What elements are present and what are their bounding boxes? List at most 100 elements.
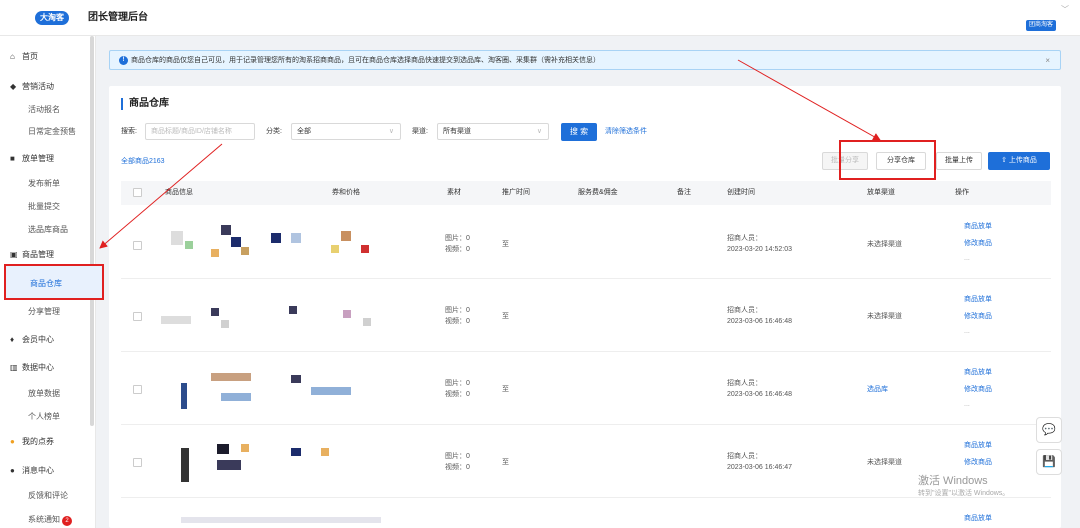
row-checkbox[interactable] <box>133 458 142 467</box>
clear-filters-link[interactable]: 清除筛选条件 <box>605 126 647 138</box>
channel-select[interactable]: 所有渠道 ∨ <box>437 123 549 140</box>
coupon-image-blurred[interactable] <box>271 219 401 269</box>
creator-label: 招商人员： <box>727 307 762 314</box>
sidebar-item-personal-ranking[interactable]: 个人榜单 <box>28 410 60 424</box>
more-actions[interactable]: ... <box>964 400 970 410</box>
sidebar-item-presale[interactable]: 日常定金预售 <box>28 125 76 139</box>
sidebar-item-activity-signup[interactable]: 活动报名 <box>28 103 60 117</box>
highlight-box <box>839 140 936 180</box>
info-notice: ! 商品仓库的商品仅您自己可见，用于记录管理您所有的淘系招商商品，且可在商品仓库… <box>109 50 1061 70</box>
table-row: 图片：0 视频：0 至 招商人员： 2023-03-06 16:46:48 选品… <box>121 353 1051 425</box>
sidebar-item-order-data[interactable]: 放单数据 <box>28 387 60 401</box>
sidebar-item-feedback[interactable]: 反馈和评论 <box>28 489 68 503</box>
sidebar-item-home[interactable]: ⌂ 首页 <box>10 50 38 64</box>
save-icon[interactable]: 💾 <box>1036 449 1062 475</box>
table-row: 图片：0 视频：0 至 招商人员： 2023-03-20 14:52:03 未选… <box>121 207 1051 279</box>
diamond-icon: ♦ <box>10 335 15 344</box>
more-actions[interactable]: ... <box>964 254 970 264</box>
search-label: 搜索: <box>121 128 137 135</box>
coupon-image-blurred[interactable] <box>271 292 401 342</box>
col-material: 素材 <box>447 189 461 196</box>
created-time: 2023-03-20 14:52:03 <box>727 246 792 253</box>
coupon-image-blurred[interactable] <box>281 363 411 413</box>
edit-product-link[interactable]: 修改商品 <box>964 458 992 468</box>
channel-status: 未选择渠道 <box>867 313 902 320</box>
col-actions: 操作 <box>955 189 969 196</box>
product-image-blurred[interactable] <box>181 363 271 413</box>
sidebar-group-products[interactable]: ▣ 商品管理 <box>10 248 54 262</box>
sidebar-item-points[interactable]: ● 我的点券 <box>10 435 54 449</box>
top-bar: 大淘客 团长管理后台 团商淘客 ﹀ <box>0 0 1080 36</box>
promo-time: 至 <box>502 459 509 466</box>
search-button[interactable]: 搜 索 <box>561 123 597 141</box>
windows-activation-watermark: 激活 Windows <box>918 475 988 487</box>
product-image-blurred[interactable] <box>181 438 271 488</box>
more-actions[interactable]: ... <box>964 327 970 337</box>
material-images: 图片：0 <box>445 453 470 460</box>
row-checkbox[interactable] <box>133 241 142 250</box>
home-icon: ⌂ <box>10 52 15 61</box>
col-promo-time: 推广时间 <box>502 189 530 196</box>
post-product-link[interactable]: 商品放单 <box>964 295 992 305</box>
material-videos: 视频：0 <box>445 464 470 471</box>
sidebar-item-selection-library[interactable]: 选品库商品 <box>28 223 68 237</box>
box-icon: ▣ <box>10 250 18 259</box>
col-channel: 放单渠道 <box>867 189 895 196</box>
post-product-link[interactable]: 商品放单 <box>964 441 992 451</box>
sidebar-item-product-warehouse[interactable]: 商品仓库 <box>4 264 104 300</box>
sidebar-item-system-notice[interactable]: 系统通知 2 <box>28 513 72 527</box>
sidebar-scrollbar[interactable] <box>90 36 94 426</box>
edit-product-link[interactable]: 修改商品 <box>964 239 992 249</box>
post-product-link[interactable]: 商品放单 <box>964 514 992 524</box>
product-image-blurred[interactable] <box>161 292 251 342</box>
channel-status: 未选择渠道 <box>867 459 902 466</box>
notice-text: 商品仓库的商品仅您自己可见，用于记录管理您所有的淘系招商商品，且可在商品仓库选择… <box>131 57 600 64</box>
sidebar-group-data[interactable]: ▥ 数据中心 <box>10 361 54 375</box>
search-input[interactable]: 商品标题/商品ID/店铺名称 <box>145 123 255 140</box>
chat-icon[interactable]: 💬 <box>1036 417 1062 443</box>
close-icon[interactable]: × <box>1045 56 1050 66</box>
all-products-count[interactable]: 全部商品2163 <box>121 156 165 168</box>
tag-icon: ◆ <box>10 82 17 91</box>
creator-label: 招商人员： <box>727 380 762 387</box>
sidebar-group-marketing[interactable]: ◆ 营销活动 <box>10 80 54 94</box>
batch-upload-button[interactable]: 批量上传 <box>936 152 982 170</box>
edit-product-link[interactable]: 修改商品 <box>964 385 992 395</box>
sidebar-item-share-management[interactable]: 分享管理 <box>28 305 60 319</box>
message-icon: ● <box>10 466 15 475</box>
material-images: 图片：0 <box>445 307 470 314</box>
post-product-link[interactable]: 商品放单 <box>964 368 992 378</box>
chevron-down-icon[interactable]: ﹀ <box>1061 4 1069 15</box>
row-checkbox[interactable] <box>133 312 142 321</box>
notification-count-badge: 2 <box>62 516 72 526</box>
edit-product-link[interactable]: 修改商品 <box>964 312 992 322</box>
table-row: 商品放单 <box>121 499 1051 528</box>
sidebar-group-orders[interactable]: ■ 放单管理 <box>10 152 54 166</box>
list-icon: ■ <box>10 154 15 163</box>
upload-product-button[interactable]: ⇧ 上传商品 <box>988 152 1050 170</box>
channel-status: 未选择渠道 <box>867 241 902 248</box>
brand-logo-badge[interactable]: 大淘客 <box>35 11 69 25</box>
app-title: 团长管理后台 <box>88 12 148 23</box>
creator-label: 招商人员： <box>727 235 762 242</box>
col-product-info: 商品信息 <box>165 189 193 196</box>
table-row: 图片：0 视频：0 至 招商人员： 2023-03-06 16:46:47 未选… <box>121 426 1051 498</box>
promo-time: 至 <box>502 386 509 393</box>
product-warehouse-panel: 商品仓库 搜索: 商品标题/商品ID/店铺名称 分类: 全部 ∨ 渠道: 所有渠道… <box>109 86 1061 528</box>
user-avatar-badge[interactable]: 团商淘客 <box>1026 20 1056 31</box>
coupon-image-blurred[interactable] <box>281 438 411 488</box>
category-select[interactable]: 全部 ∨ <box>291 123 401 140</box>
sidebar-group-member[interactable]: ♦ 会员中心 <box>10 333 54 347</box>
chevron-down-icon: ∨ <box>536 128 542 135</box>
sidebar-item-batch-submit[interactable]: 批量提交 <box>28 200 60 214</box>
channel-link[interactable]: 选品库 <box>867 385 888 395</box>
select-all-checkbox[interactable] <box>133 188 142 197</box>
product-image-blurred[interactable] <box>181 515 401 525</box>
sidebar-group-messages[interactable]: ● 消息中心 <box>10 464 54 478</box>
sidebar-item-new-order[interactable]: 发布新单 <box>28 177 60 191</box>
post-product-link[interactable]: 商品放单 <box>964 222 992 232</box>
product-image-blurred[interactable] <box>171 219 261 269</box>
row-checkbox[interactable] <box>133 385 142 394</box>
promo-time: 至 <box>502 313 509 320</box>
created-time: 2023-03-06 16:46:47 <box>727 464 792 471</box>
